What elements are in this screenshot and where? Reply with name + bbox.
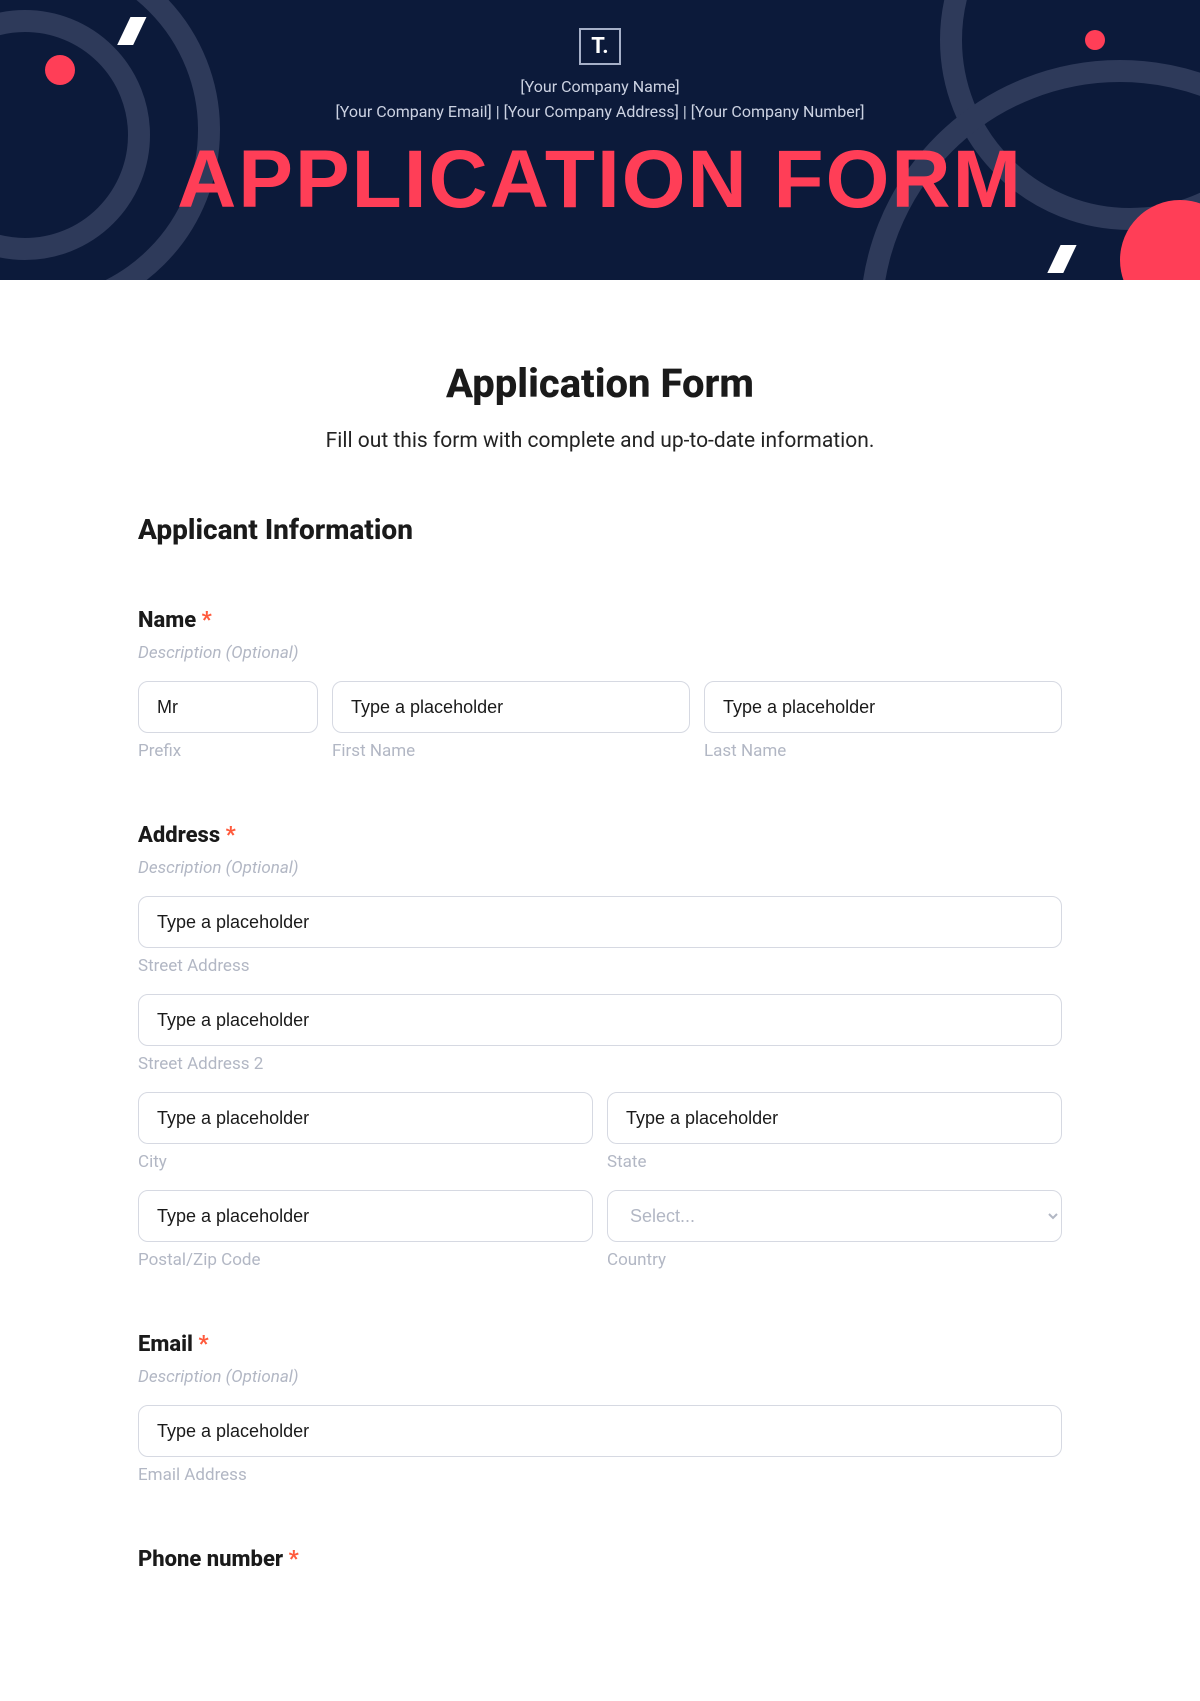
prefix-input[interactable] [138, 681, 318, 733]
street-sublabel: Street Address [138, 956, 1062, 976]
company-name: [Your Company Name] [0, 77, 1200, 96]
email-input[interactable] [138, 1405, 1062, 1457]
street-input[interactable] [138, 896, 1062, 948]
city-sublabel: City [138, 1152, 593, 1172]
banner-header: //// //// T. [Your Company Name] [Your C… [0, 0, 1200, 280]
country-sublabel: Country [607, 1250, 1062, 1270]
postal-input[interactable] [138, 1190, 593, 1242]
page-title: Application Form [138, 360, 1062, 407]
logo: T. [579, 28, 620, 65]
last-name-sublabel: Last Name [704, 741, 1062, 761]
field-name: Name * Description (Optional) Prefix Fir… [138, 608, 1062, 761]
email-label: Email * [138, 1332, 1062, 1357]
field-phone: Phone number * [138, 1547, 1062, 1572]
field-email: Email * Description (Optional) Email Add… [138, 1332, 1062, 1485]
form-content: Application Form Fill out this form with… [138, 280, 1062, 1632]
address-label: Address * [138, 823, 1062, 848]
email-desc: Description (Optional) [138, 1367, 1062, 1387]
name-desc: Description (Optional) [138, 643, 1062, 663]
country-select[interactable]: Select... [607, 1190, 1062, 1242]
company-contacts: [Your Company Email] | [Your Company Add… [0, 102, 1200, 121]
company-number: [Your Company Number] [691, 102, 865, 121]
street2-sublabel: Street Address 2 [138, 1054, 1062, 1074]
street2-input[interactable] [138, 994, 1062, 1046]
company-address: [Your Company Address] [504, 102, 679, 121]
first-name-input[interactable] [332, 681, 690, 733]
state-sublabel: State [607, 1152, 1062, 1172]
decor-stripes: //// [1050, 238, 1070, 280]
section-applicant-info: Applicant Information [138, 513, 1062, 546]
last-name-input[interactable] [704, 681, 1062, 733]
city-input[interactable] [138, 1092, 593, 1144]
email-sublabel: Email Address [138, 1465, 1062, 1485]
state-input[interactable] [607, 1092, 1062, 1144]
prefix-sublabel: Prefix [138, 741, 318, 761]
phone-label: Phone number * [138, 1547, 1062, 1572]
address-desc: Description (Optional) [138, 858, 1062, 878]
first-name-sublabel: First Name [332, 741, 690, 761]
company-email: [Your Company Email] [336, 102, 492, 121]
postal-sublabel: Postal/Zip Code [138, 1250, 593, 1270]
page-subtitle: Fill out this form with complete and up-… [138, 429, 1062, 453]
hero-title: APPLICATION FORM [0, 133, 1200, 227]
field-address: Address * Description (Optional) Street … [138, 823, 1062, 1270]
name-label: Name * [138, 608, 1062, 633]
